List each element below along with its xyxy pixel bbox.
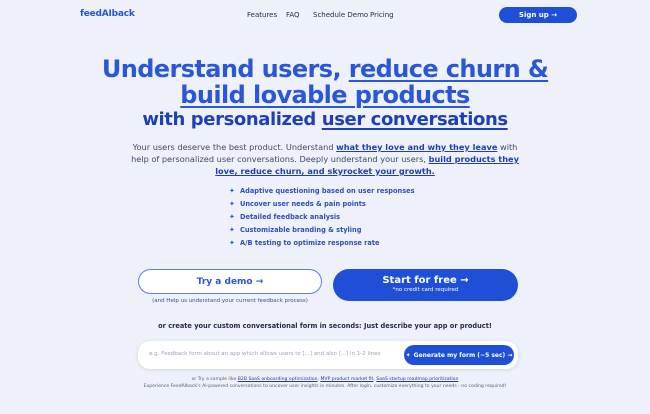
subtitle-highlight-1: what they love and why they leave [336,142,498,152]
hero-line-3-plain: with personalized [142,109,322,130]
sample-link-b2b-onboarding[interactable]: B2B SaaS onboarding optimization [238,377,318,382]
feature-item: ✦ Detailed feedback analysis [229,210,415,223]
start-free-button[interactable]: Start for free → *no credit card require… [333,269,518,301]
feature-item: ✦ Uncover user needs & pain points [229,197,415,210]
feature-item: ✦ Adaptive questioning based on user resp… [229,184,415,197]
sparkle-icon: ✦ [229,186,235,195]
hero-line-1-underlined: reduce churn & [348,55,549,83]
feature-label: A/B testing to optimize response rate [240,239,380,248]
nav-link-faq[interactable]: FAQ [286,11,300,19]
nav-link-pricing[interactable]: Pricing [370,11,394,19]
product-description-input[interactable] [147,350,401,358]
start-free-note: *no credit card required [392,287,459,293]
signup-button[interactable]: Sign up → [499,7,577,23]
try-demo-button[interactable]: Try a demo → [138,269,322,294]
sample-link-roadmap[interactable]: SaaS startup roadmap prioritization [376,377,458,382]
generate-form-button[interactable]: ✦ Generate my form (~5 sec) → [404,345,514,365]
hero-line-1-plain: Understand users, [101,55,349,83]
feature-label: Detailed feedback analysis [240,212,341,221]
nav-link-schedule-demo[interactable]: Schedule Demo [313,11,368,19]
product-description-box: ✦ Generate my form (~5 sec) → [138,341,518,369]
hero-line-1: Understand users, reduce churn & [0,55,650,83]
experience-note: Experience FeedAIback's AI-powered conve… [143,384,507,389]
top-nav: feedAIback Features FAQ Schedule Demo Pr… [0,0,650,30]
hero-line-2: build lovable products [0,81,650,109]
logo[interactable]: feedAIback [80,9,135,19]
hero-subtitle: Your users deserve the best product. Und… [130,141,520,177]
sparkle-icon: ✦ [229,212,235,221]
start-free-label: Start for free → [382,275,469,286]
sparkle-icon: ✦ [405,351,411,359]
feature-label: Adaptive questioning based on user respo… [240,186,415,195]
hero-line-2-underlined: build lovable products [180,81,470,109]
hero-line-3: with personalized user conversations [0,109,650,130]
sparkle-icon: ✦ [229,199,235,208]
feature-label: Uncover user needs & pain points [240,199,366,208]
subtitle-text-1: Your users deserve the best product. Und… [132,142,337,152]
create-form-prompt: or create your custom conversational for… [158,322,492,330]
feature-item: ✦ A/B testing to optimize response rate [229,237,415,250]
feature-item: ✦ Customizable branding & styling [229,224,415,237]
sample-link-mvp-pmf[interactable]: MVP product market fit [320,377,373,382]
demo-note: (and Help us understand your current fee… [152,298,308,304]
sparkle-icon: ✦ [229,226,235,235]
feature-list: ✦ Adaptive questioning based on user resp… [229,184,415,250]
hero-line-3-underlined: user conversations [321,109,508,130]
nav-link-features[interactable]: Features [247,11,277,19]
feature-label: Customizable branding & styling [240,226,362,235]
sample-links: or Try a sample like B2B SaaS onboarding… [191,377,459,382]
sparkle-icon: ✦ [229,239,235,248]
generate-form-label: Generate my form (~5 sec) → [413,351,513,359]
samples-prefix: or Try a sample like [191,377,238,382]
